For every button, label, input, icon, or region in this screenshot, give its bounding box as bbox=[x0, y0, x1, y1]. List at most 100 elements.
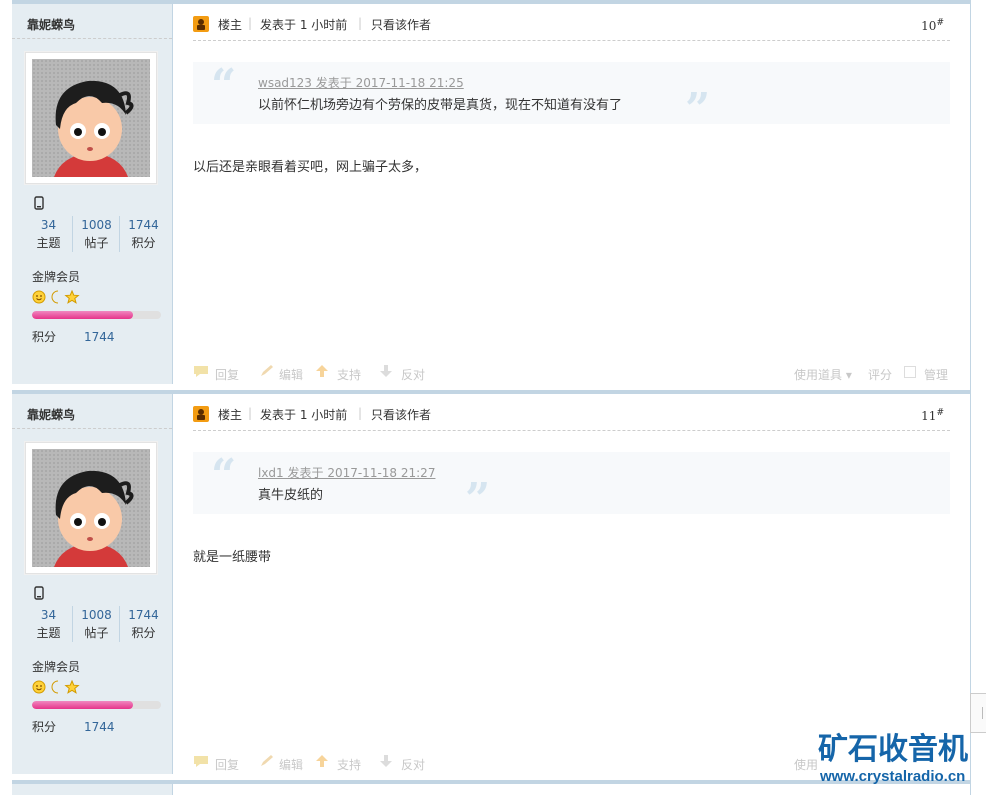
post-time: 发表于 1 小时前 bbox=[260, 18, 348, 32]
stat-value: 1008 bbox=[81, 218, 112, 232]
avatar[interactable] bbox=[25, 52, 157, 184]
sidebar-divider bbox=[12, 428, 172, 429]
open-quote-icon: “ bbox=[211, 450, 237, 501]
points-value: 1744 bbox=[84, 330, 115, 344]
progress-fill bbox=[32, 701, 133, 709]
author-stats: 34 主题 1008 帖子 1744 积分 bbox=[25, 216, 169, 256]
floor-number[interactable]: 10# bbox=[921, 18, 944, 33]
progress-fill bbox=[32, 311, 133, 319]
edit-button[interactable]: 编辑 bbox=[279, 366, 303, 383]
oppose-button[interactable]: 反对 bbox=[401, 756, 425, 773]
stat-value: 1744 bbox=[128, 608, 159, 622]
author-name[interactable]: 靠妮蝾鸟 bbox=[27, 16, 75, 33]
edit-icon bbox=[259, 754, 275, 771]
author-name[interactable]: 靠妮蝾鸟 bbox=[27, 406, 75, 423]
stat-label: 主题 bbox=[36, 626, 61, 640]
watermark-title: 矿石收音机 bbox=[818, 732, 968, 767]
quote-source-link[interactable]: lxd1 发表于 2017-11-18 21:27 bbox=[258, 464, 435, 481]
separator: | bbox=[358, 406, 363, 420]
sun-icon bbox=[32, 680, 46, 694]
post-time: 发表于 1 小时前 bbox=[260, 408, 348, 422]
stat-label: 帖子 bbox=[84, 236, 109, 250]
owner-label: 楼主 bbox=[218, 408, 243, 422]
author-stats: 34 主题 1008 帖子 1744 积分 bbox=[25, 606, 169, 646]
site-watermark: 矿石收音机 www.crystalradio.cn bbox=[818, 733, 986, 787]
reply-button[interactable]: 回复 bbox=[215, 756, 239, 773]
moon-icon bbox=[51, 290, 59, 304]
edit-button[interactable]: 编辑 bbox=[279, 756, 303, 773]
reply-button[interactable]: 回复 bbox=[215, 366, 239, 383]
support-icon bbox=[315, 364, 329, 381]
owner-label: 楼主 bbox=[218, 18, 243, 32]
post-message: 就是一纸腰带 bbox=[193, 550, 272, 565]
points-row: 积分 1744 bbox=[32, 718, 115, 735]
post-content: 楼主 | 发表于 1 小时前 | 只看该作者 10# “ wsad123 发表于… bbox=[173, 4, 970, 384]
author-sidebar: 靠妮蝾鸟 34 主题 1008 帖子 1744 积分 金牌会员 积分 1744 bbox=[12, 394, 173, 774]
stat-label: 帖子 bbox=[84, 626, 109, 640]
stat-credits[interactable]: 1744 积分 bbox=[119, 606, 167, 642]
points-label: 积分 bbox=[32, 330, 57, 344]
only-author-link[interactable]: 只看该作者 bbox=[371, 406, 431, 423]
quote-text: 以前怀仁机场旁边有个劳保的皮带是真货，现在不知道有没有了 bbox=[258, 98, 623, 113]
quote-source-link[interactable]: wsad123 发表于 2017-11-18 21:25 bbox=[258, 74, 464, 91]
stat-posts[interactable]: 1008 帖子 bbox=[72, 216, 120, 252]
reply-icon bbox=[193, 364, 209, 381]
avatar[interactable] bbox=[25, 442, 157, 574]
oppose-button[interactable]: 反对 bbox=[401, 366, 425, 383]
use-tool-menu[interactable]: 使用道具 ▾ bbox=[794, 366, 852, 383]
rate-button[interactable]: 评分 bbox=[868, 366, 892, 383]
points-label: 积分 bbox=[32, 720, 57, 734]
credit-progress-bar bbox=[32, 701, 161, 709]
moon-icon bbox=[51, 680, 59, 694]
quote-block: “ wsad123 发表于 2017-11-18 21:25 以前怀仁机场旁边有… bbox=[193, 60, 950, 132]
support-button[interactable]: 支持 bbox=[337, 366, 361, 383]
points-row: 积分 1744 bbox=[32, 328, 115, 345]
manage-button[interactable]: 管理 bbox=[924, 366, 948, 383]
stat-value: 1008 bbox=[81, 608, 112, 622]
support-button[interactable]: 支持 bbox=[337, 756, 361, 773]
post-actions: 回复 编辑 支持 反对 使用道具 ▾ 评分 管理 bbox=[193, 364, 950, 382]
separator: | bbox=[248, 406, 253, 420]
next-author-sidebar bbox=[12, 784, 173, 795]
use-tool-menu[interactable]: 使用 bbox=[794, 756, 818, 773]
sidebar-divider bbox=[12, 38, 172, 39]
stat-threads[interactable]: 34 主题 bbox=[25, 606, 72, 642]
separator: | bbox=[248, 16, 253, 30]
stat-threads[interactable]: 34 主题 bbox=[25, 216, 72, 252]
separator: | bbox=[358, 16, 363, 30]
author-sidebar: 靠妮蝾鸟 34 主题 1008 帖子 1744 积分 金牌会员 积分 1744 bbox=[12, 4, 173, 384]
thread-owner-icon bbox=[193, 406, 209, 425]
stat-value: 34 bbox=[40, 608, 57, 622]
post-header: 楼主 | 发表于 1 小时前 | 只看该作者 11# bbox=[193, 394, 950, 431]
stat-label: 积分 bbox=[131, 236, 156, 250]
credit-progress-bar bbox=[32, 311, 161, 319]
close-quote-icon: ” bbox=[685, 84, 711, 135]
post-10: 靠妮蝾鸟 34 主题 1008 帖子 1744 积分 金牌会员 积分 1744 … bbox=[12, 0, 970, 384]
thread-owner-icon bbox=[193, 16, 209, 35]
edit-icon bbox=[259, 364, 275, 381]
open-quote-icon: “ bbox=[211, 60, 237, 111]
post-content: 楼主 | 发表于 1 小时前 | 只看该作者 11# “ lxd1 发表于 20… bbox=[173, 394, 970, 774]
stat-posts[interactable]: 1008 帖子 bbox=[72, 606, 120, 642]
mobile-phone-icon bbox=[34, 586, 44, 603]
points-value: 1744 bbox=[84, 720, 115, 734]
watermark-url: www.crystalradio.cn bbox=[820, 768, 966, 785]
only-author-link[interactable]: 只看该作者 bbox=[371, 16, 431, 33]
member-grade[interactable]: 金牌会员 bbox=[32, 658, 80, 675]
stat-credits[interactable]: 1744 积分 bbox=[119, 216, 167, 252]
mobile-phone-icon bbox=[34, 196, 44, 213]
scroll-handle[interactable] bbox=[970, 693, 986, 733]
close-quote-icon: ” bbox=[465, 474, 491, 525]
member-grade[interactable]: 金牌会员 bbox=[32, 268, 80, 285]
stat-value: 1744 bbox=[128, 218, 159, 232]
manage-checkbox[interactable] bbox=[904, 366, 916, 378]
oppose-icon bbox=[379, 754, 393, 771]
quote-block: “ lxd1 发表于 2017-11-18 21:27 真牛皮纸的 ” bbox=[193, 450, 950, 522]
stat-label: 积分 bbox=[131, 626, 156, 640]
support-icon bbox=[315, 754, 329, 771]
stat-value: 34 bbox=[40, 218, 57, 232]
floor-number[interactable]: 11# bbox=[921, 408, 944, 423]
post-header: 楼主 | 发表于 1 小时前 | 只看该作者 10# bbox=[193, 4, 950, 41]
post-11: 靠妮蝾鸟 34 主题 1008 帖子 1744 积分 金牌会员 积分 1744 … bbox=[12, 390, 970, 774]
rank-icons bbox=[32, 679, 82, 698]
